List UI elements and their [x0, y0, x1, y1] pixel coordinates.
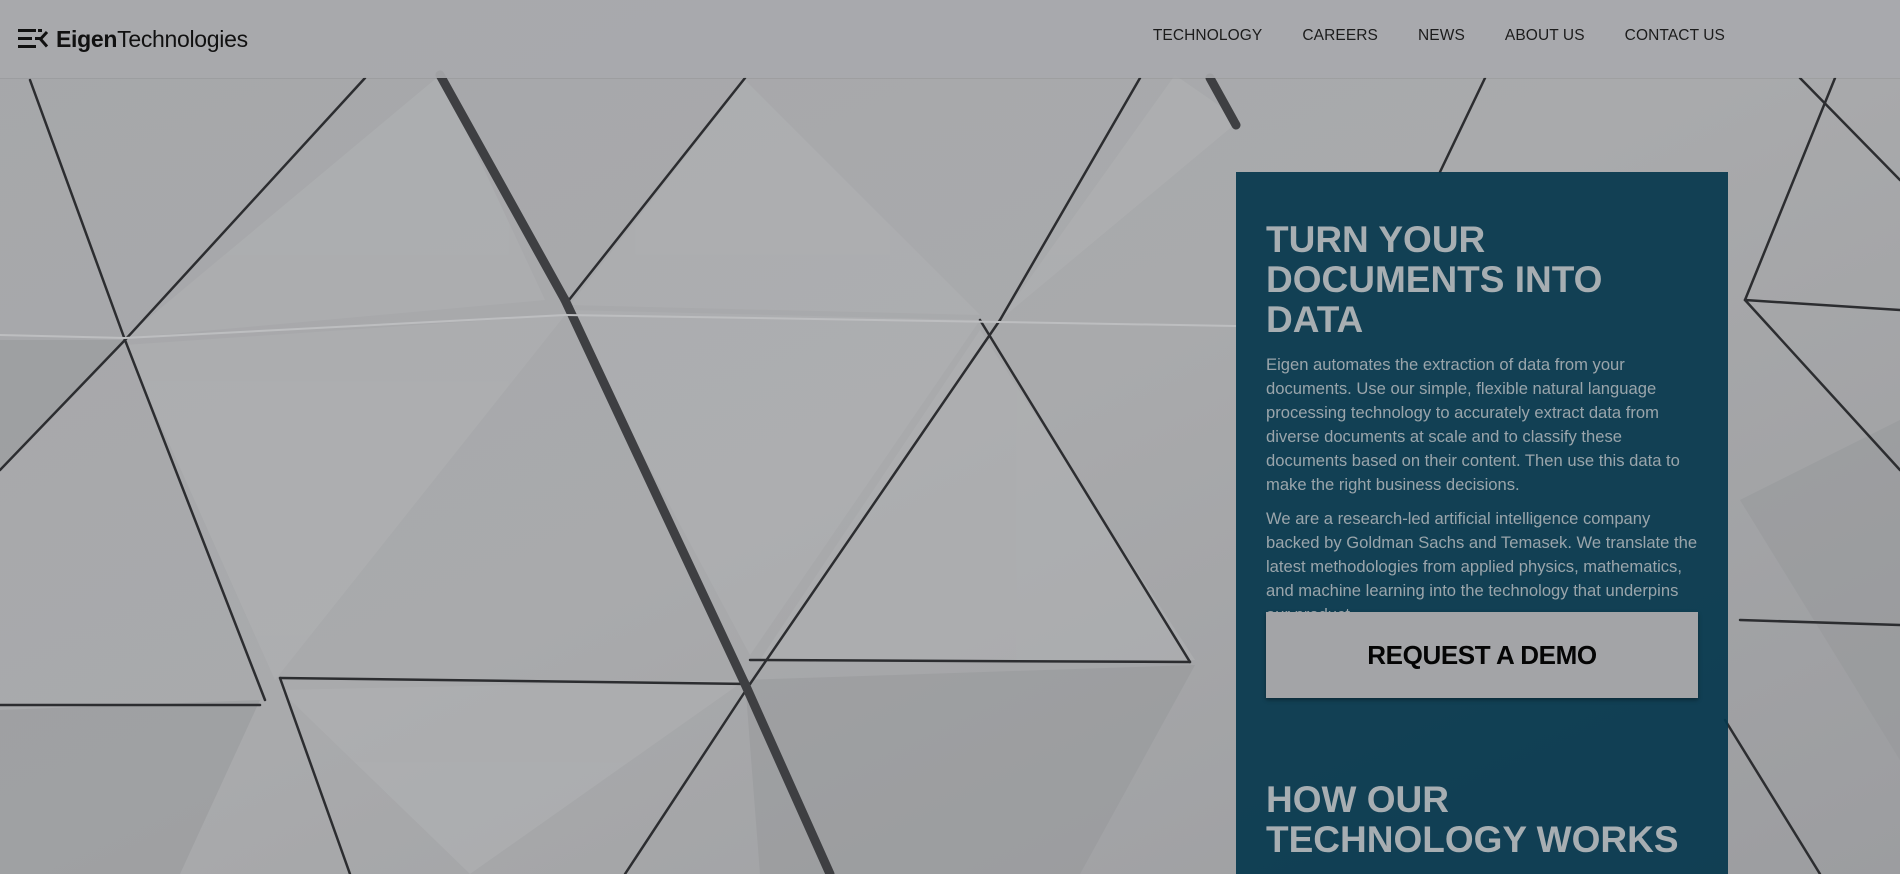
hero-info-panel: TURN YOUR DOCUMENTS INTO DATA Eigen auto…: [1236, 172, 1728, 874]
nav-item-technology[interactable]: TECHNOLOGY: [1153, 27, 1263, 45]
brand-name-bold: Eigen: [56, 25, 118, 52]
brand-name-light: Technologies: [117, 25, 248, 52]
nav-item-contact-us[interactable]: CONTACT US: [1625, 27, 1725, 45]
nav-item-careers[interactable]: CAREERS: [1302, 27, 1378, 45]
nav-item-about-us[interactable]: ABOUT US: [1505, 27, 1585, 45]
hero-panel-content: TURN YOUR DOCUMENTS INTO DATA Eigen auto…: [1266, 220, 1706, 627]
hero-company-paragraph: We are a research-led artificial intelli…: [1266, 509, 1698, 624]
main-nav-menu: TECHNOLOGY CAREERS NEWS ABOUT US CONTACT…: [1113, 27, 1725, 45]
hero-intro-paragraph: Eigen automates the extraction of data f…: [1266, 355, 1680, 494]
hero-headline: TURN YOUR DOCUMENTS INTO DATA: [1266, 219, 1603, 340]
nav-item-news[interactable]: NEWS: [1418, 27, 1465, 45]
eigen-logo-mark-icon: [18, 29, 48, 48]
request-demo-button[interactable]: REQUEST A DEMO: [1266, 612, 1698, 698]
brand-logo[interactable]: Eigen Technologies: [18, 24, 248, 54]
top-navigation-bar: Eigen Technologies TECHNOLOGY CAREERS NEW…: [0, 0, 1900, 78]
technology-section-title: HOW OUR TECHNOLOGY WORKS: [1266, 779, 1679, 860]
